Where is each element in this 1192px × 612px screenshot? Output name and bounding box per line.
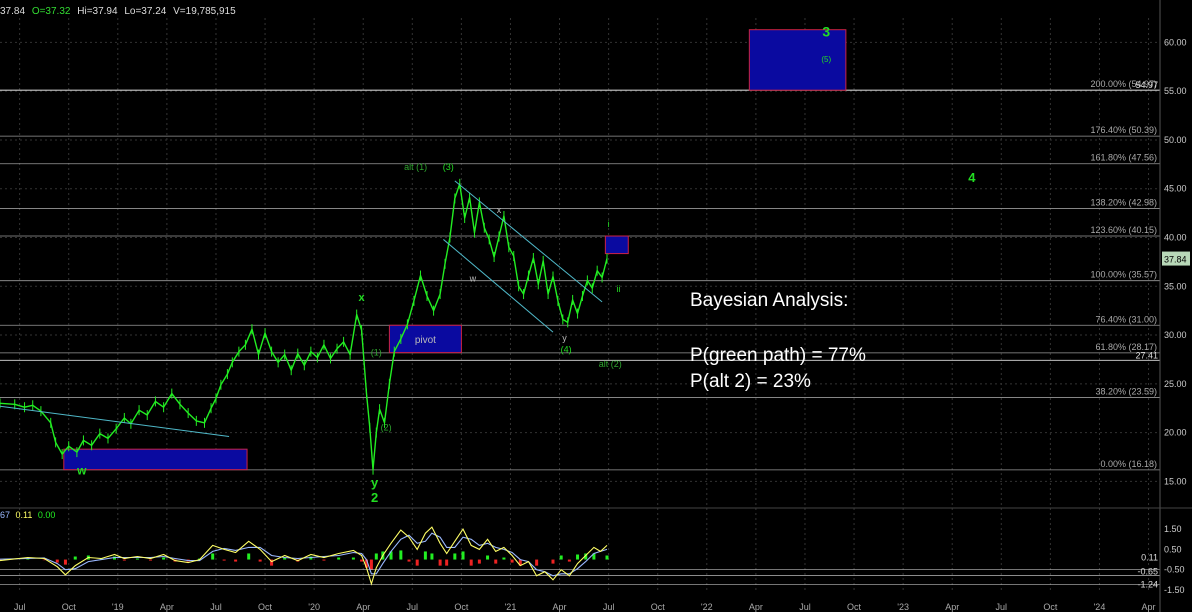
x-tick-label: '22 [701, 602, 713, 612]
y-tick-label: 40.00 [1164, 232, 1187, 242]
wave-label: (4) [561, 345, 572, 355]
chart-canvas: 200.00% (54.97)176.40% (50.39)161.80% (4… [0, 0, 1192, 612]
x-tick-label: Jul [407, 602, 419, 612]
x-tick-label: Apr [553, 602, 567, 612]
x-tick-label: Jul [14, 602, 26, 612]
y-tick-label: 25.00 [1164, 379, 1187, 389]
x-tick-label: Apr [160, 602, 174, 612]
x-tick-label: Jul [799, 602, 811, 612]
indicator-y-tick-label: 0.50 [1164, 544, 1182, 554]
indicator-y-tick-label: 1.50 [1164, 524, 1182, 534]
wave-label: pivot [415, 335, 436, 346]
wave-label: (2) [381, 423, 392, 433]
x-tick-label: Oct [454, 602, 469, 612]
x-tick-label: Oct [847, 602, 862, 612]
box-wave-w [63, 448, 248, 471]
y-tick-label: 20.00 [1164, 428, 1187, 438]
wave-label: 4 [968, 170, 976, 185]
fib-levels: 200.00% (54.97)176.40% (50.39)161.80% (4… [0, 79, 1160, 471]
wave-label: 2 [371, 490, 378, 505]
high-value: Hi=37.94 [77, 6, 118, 17]
indicator-value-2: 0.11 [15, 510, 33, 520]
y-tick-label: 60.00 [1164, 37, 1187, 47]
current-price-tag: 37.84 [1164, 255, 1187, 265]
indicator-y-tick-label: -0.50 [1164, 565, 1185, 575]
indicator-value-3: 0.00 [37, 510, 56, 520]
y-tick-label: 55.00 [1164, 86, 1187, 96]
indicator-value-tag: -0.65 [1137, 566, 1158, 576]
low-value: Lo=37.24 [124, 6, 167, 17]
x-tick-label: Apr [1142, 602, 1156, 612]
fib-level-label: 161.80% (47.56) [1090, 153, 1157, 163]
x-tick-label: Jul [996, 602, 1008, 612]
box-wave-i-target [604, 235, 629, 255]
wave-label: 3 [822, 24, 830, 40]
x-tick-label: '19 [112, 602, 124, 612]
x-tick-label: Jul [210, 602, 222, 612]
ohlc-header: 37.84 O=37.32 Hi=37.94 Lo=37.24 V=19,785… [0, 6, 240, 17]
probability-green-path: P(green path) = 77% [690, 345, 866, 366]
box-wave-3-target [748, 29, 847, 91]
indicator-value-tag: -1.24 [1137, 580, 1158, 590]
x-tick-label: Oct [62, 602, 77, 612]
wave-label: alt (2) [599, 359, 622, 369]
indicator-value-1: 67 [0, 510, 11, 520]
fib-level-label: 76.40% (31.00) [1095, 314, 1157, 324]
wave-label: ii [616, 284, 620, 294]
horizontal-level-label: 54.97 [1135, 80, 1158, 90]
y-tick-label: 50.00 [1164, 135, 1187, 145]
channel-line [454, 180, 603, 303]
wave-label: i [608, 219, 610, 229]
bayesian-title: Bayesian Analysis: [690, 290, 849, 311]
wave-label: w [469, 273, 477, 283]
wave-label: alt (1) [404, 162, 427, 172]
x-tick-label: Oct [651, 602, 666, 612]
fib-level-label: 100.00% (35.57) [1090, 270, 1157, 280]
volume-value: V=19,785,915 [173, 6, 236, 17]
wave-label: y [562, 333, 567, 343]
wave-label: (3) [443, 162, 454, 172]
open-value: O=37.32 [31, 6, 71, 17]
y-tick-label: 35.00 [1164, 281, 1187, 291]
indicator-y-tick-label: -1.50 [1164, 585, 1185, 595]
x-tick-label: '21 [505, 602, 517, 612]
y-tick-label: 30.00 [1164, 330, 1187, 340]
fib-level-label: 138.20% (42.98) [1090, 197, 1157, 207]
fib-level-label: 0.00% (16.18) [1100, 459, 1157, 469]
y-tick-label: 15.00 [1164, 476, 1187, 486]
fib-level-label: 123.60% (40.15) [1090, 225, 1157, 235]
fib-level-label: 38.20% (23.59) [1095, 387, 1157, 397]
price-series [0, 178, 608, 475]
x-tick-label: Jul [603, 602, 615, 612]
price-line [0, 183, 608, 471]
x-tick-label: '23 [897, 602, 909, 612]
axes: Jul Oct '19 Apr Jul Oct '20 Apr Jul Oct '21 Apr Jul O… [0, 0, 1192, 612]
x-tick-label: Oct [258, 602, 273, 612]
probability-alt-2: P(alt 2) = 23% [690, 371, 811, 392]
fib-level-label: 176.40% (50.39) [1090, 125, 1157, 135]
x-tick-label: Apr [749, 602, 763, 612]
wave-label: y [371, 475, 379, 490]
indicator-panel [0, 526, 1160, 586]
horizontal-level-label: 27.41 [1135, 350, 1158, 360]
indicator-value-tag: 0.11 [1141, 552, 1158, 562]
wave-label: (5) [821, 55, 831, 64]
channel-line [0, 405, 230, 437]
wave-label: x [497, 205, 502, 215]
wave-label: (1) [371, 348, 382, 358]
channel-lines [0, 180, 603, 437]
x-tick-label: Oct [1043, 602, 1058, 612]
y-tick-label: 45.00 [1164, 184, 1187, 194]
wave-label: w [76, 464, 87, 478]
close-value: 37.84 [0, 6, 26, 17]
wave-label: x [359, 292, 366, 304]
x-tick-label: '24 [1094, 602, 1106, 612]
indicator-header: 67 0.11 0.00 [0, 510, 55, 520]
x-tick-label: '20 [308, 602, 320, 612]
x-tick-label: Apr [356, 602, 370, 612]
x-tick-label: Apr [945, 602, 959, 612]
